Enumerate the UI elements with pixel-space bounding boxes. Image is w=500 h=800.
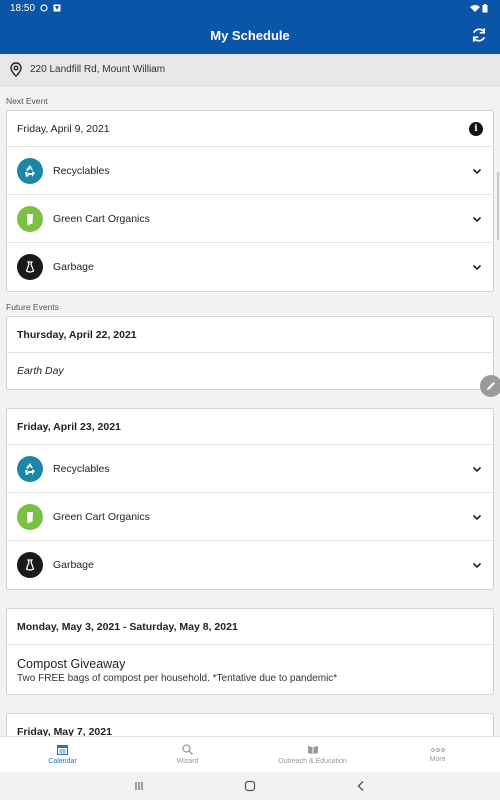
event-date: Thursday, April 22, 2021 <box>17 328 137 341</box>
future-event-card: Friday, May 7, 2021 <box>6 713 494 736</box>
back-icon[interactable] <box>356 780 366 792</box>
address-bar[interactable]: 220 Landfill Rd, Mount William <box>0 54 500 86</box>
app-bar: My Schedule <box>0 16 500 54</box>
bottom-navigation: Calendar Wizard Outreach & Education Mor… <box>0 736 500 772</box>
event-date-header: Friday, April 9, 2021 i <box>7 111 493 147</box>
item-label: Garbage <box>53 261 94 273</box>
next-event-card: Friday, April 9, 2021 i Recyclables Gree… <box>6 110 494 292</box>
status-bar: 18:50 <box>0 0 500 16</box>
edit-button[interactable] <box>480 375 500 397</box>
nav-label: More <box>429 755 446 763</box>
future-event-card: Friday, April 23, 2021 Recyclables Green… <box>6 408 494 590</box>
nav-calendar[interactable]: Calendar <box>0 737 125 772</box>
nav-label: Wizard <box>176 758 199 765</box>
list-item-garbage[interactable]: Garbage <box>7 541 493 589</box>
status-time: 18:50 <box>10 2 36 14</box>
event-title: Compost Giveaway <box>17 657 126 671</box>
chevron-down-icon[interactable] <box>471 261 483 273</box>
nav-outreach-education[interactable]: Outreach & Education <box>250 737 375 772</box>
nav-more[interactable]: More <box>375 737 500 772</box>
recycle-icon <box>17 455 43 482</box>
chevron-down-icon[interactable] <box>471 559 483 571</box>
event-date-header: Monday, May 3, 2021 - Saturday, May 8, 2… <box>7 609 493 645</box>
event-name: Earth Day <box>17 365 64 377</box>
schedule-content[interactable]: Next Event Friday, April 9, 2021 i Recyc… <box>0 86 500 736</box>
event-date-header: Thursday, April 22, 2021 <box>7 317 493 353</box>
event-description: Two FREE bags of compost per household. … <box>17 673 338 684</box>
chevron-down-icon[interactable] <box>471 463 483 475</box>
list-item-garbage[interactable]: Garbage <box>7 243 493 291</box>
notification-icon <box>40 4 48 12</box>
more-icon <box>430 747 445 752</box>
address-text: 220 Landfill Rd, Mount William <box>30 64 166 75</box>
page-title: My Schedule <box>210 27 290 43</box>
refresh-icon[interactable] <box>470 26 488 44</box>
wifi-icon <box>470 4 480 12</box>
organics-icon <box>17 503 43 530</box>
item-label: Green Cart Organics <box>53 510 150 523</box>
pencil-icon <box>487 382 495 390</box>
event-date: Friday, May 7, 2021 <box>17 725 112 737</box>
event-details: Compost Giveaway Two FREE bags of compos… <box>7 645 493 694</box>
list-item-green-cart-organics[interactable]: Green Cart Organics <box>7 493 493 541</box>
info-icon[interactable]: i <box>469 121 483 136</box>
section-label-future-events: Future Events <box>6 302 59 312</box>
future-event-card: Thursday, April 22, 2021 Earth Day <box>6 316 494 390</box>
garbage-bag-icon <box>17 254 43 280</box>
list-item-recyclables[interactable]: Recyclables <box>7 445 493 493</box>
list-item-green-cart-organics[interactable]: Green Cart Organics <box>7 195 493 243</box>
location-pin-icon <box>10 62 22 77</box>
section-label-next-event: Next Event <box>6 96 48 106</box>
garbage-bag-icon <box>17 552 43 578</box>
home-icon[interactable] <box>244 780 256 792</box>
scrollbar[interactable] <box>497 172 499 240</box>
nav-wizard[interactable]: Wizard <box>125 737 250 772</box>
organics-icon <box>17 205 43 232</box>
chevron-down-icon[interactable] <box>471 213 483 225</box>
system-navigation-bar <box>0 772 500 800</box>
chevron-down-icon[interactable] <box>471 165 483 177</box>
event-date: Friday, April 23, 2021 <box>17 420 121 433</box>
battery-icon <box>482 4 490 13</box>
calendar-icon <box>57 745 68 755</box>
event-date: Monday, May 3, 2021 - Saturday, May 8, 2… <box>17 620 238 633</box>
recycle-icon <box>17 157 43 184</box>
item-label: Recyclables <box>53 462 110 475</box>
chevron-down-icon[interactable] <box>471 511 483 523</box>
nav-label: Calendar <box>48 758 77 765</box>
event-date-header: Friday, April 23, 2021 <box>7 409 493 445</box>
event-date: Friday, April 9, 2021 <box>17 122 110 135</box>
recent-apps-icon[interactable] <box>134 781 144 791</box>
event-date-header: Friday, May 7, 2021 <box>7 714 493 737</box>
search-icon <box>182 744 193 755</box>
app-notification-icon <box>53 4 61 12</box>
book-icon <box>307 745 318 754</box>
nav-label: Outreach & Education <box>278 757 347 765</box>
item-label: Recyclables <box>53 164 110 177</box>
item-label: Garbage <box>53 559 94 571</box>
future-event-card: Monday, May 3, 2021 - Saturday, May 8, 2… <box>6 608 494 695</box>
item-label: Green Cart Organics <box>53 212 150 225</box>
list-item-recyclables[interactable]: Recyclables <box>7 147 493 195</box>
